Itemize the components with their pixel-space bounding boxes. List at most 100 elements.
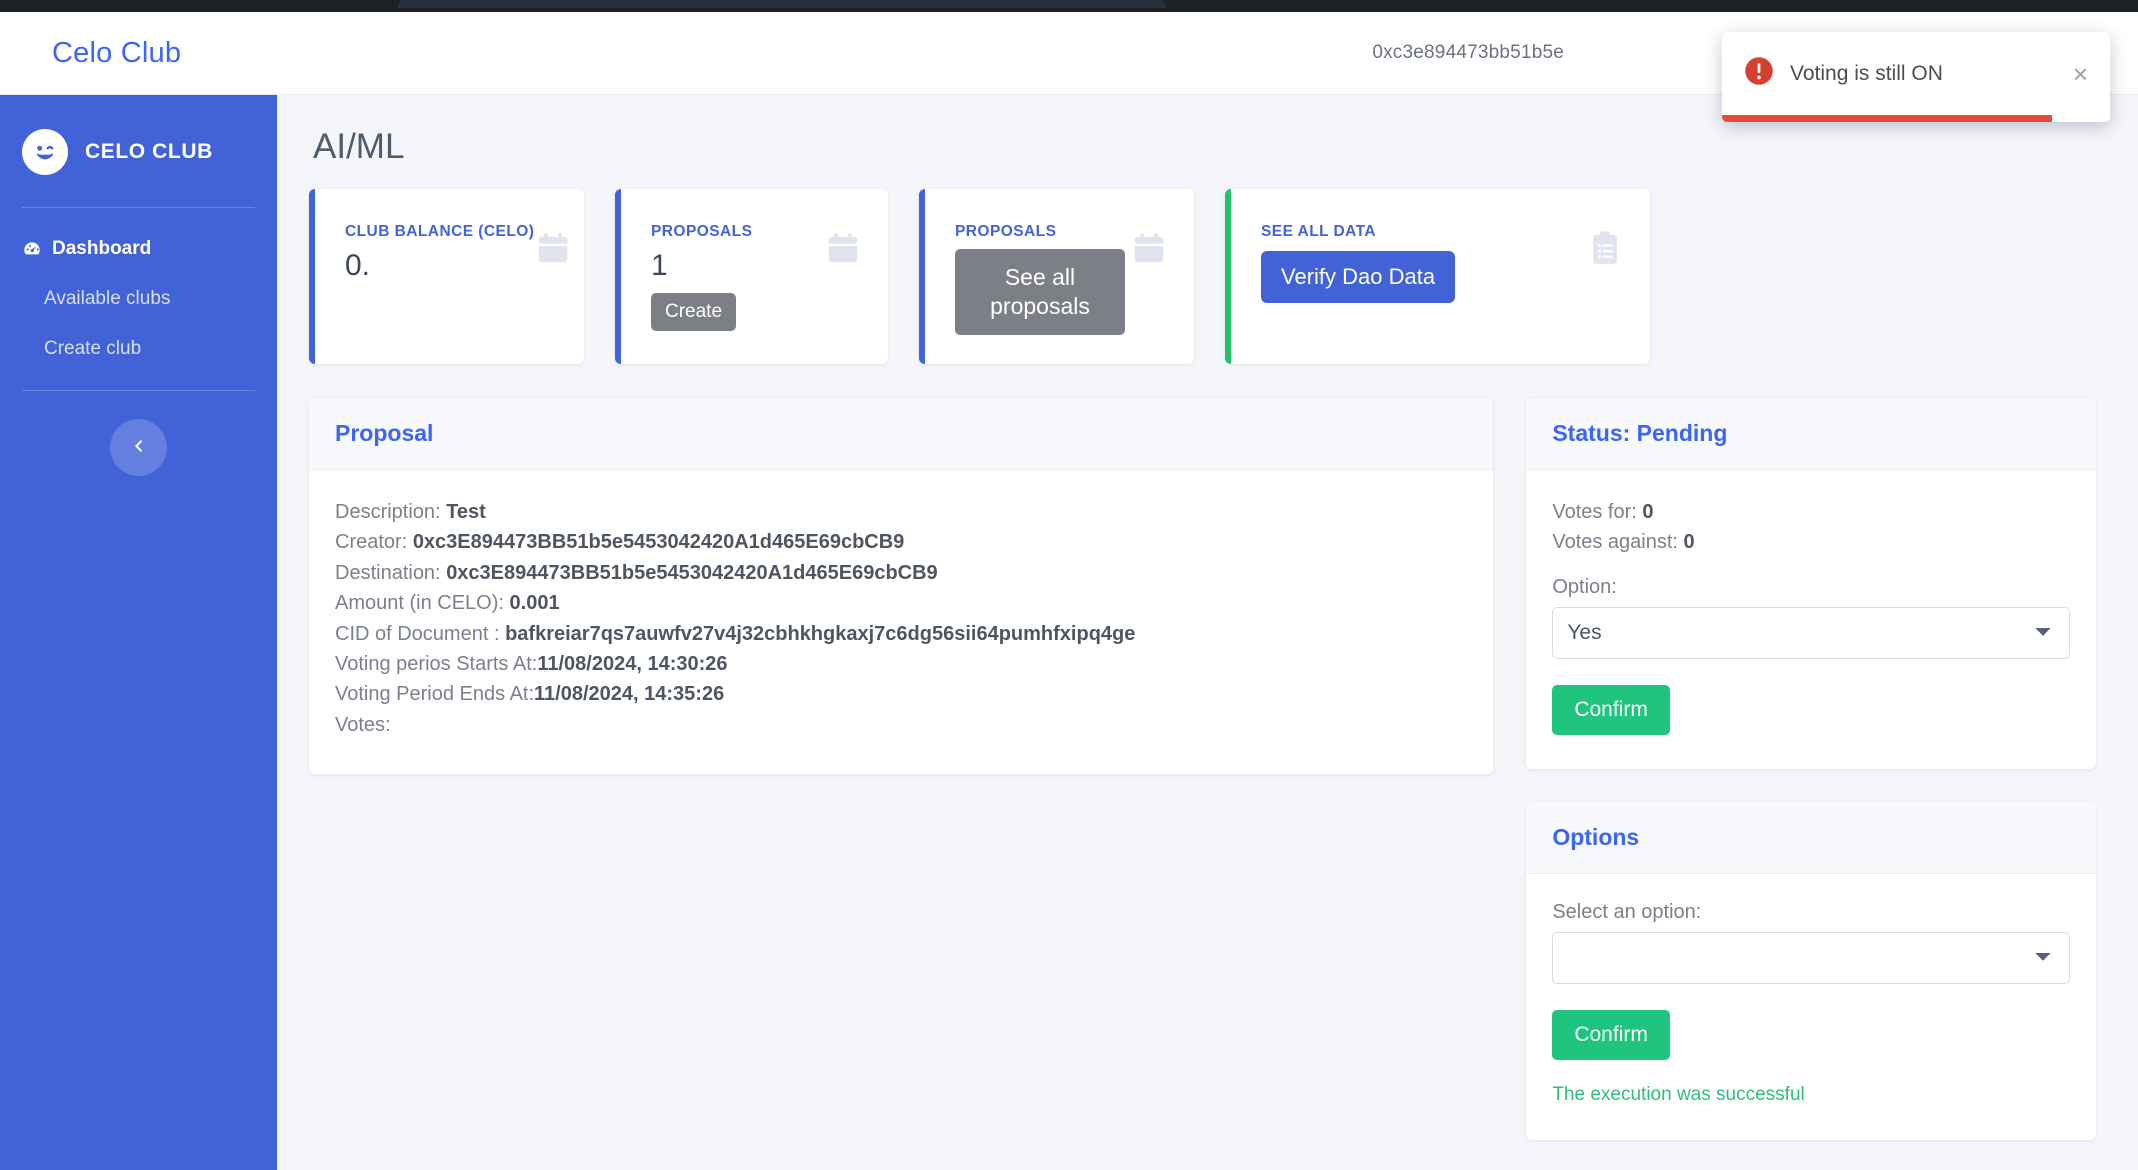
create-proposal-button[interactable]: Create <box>651 293 737 331</box>
stat-card-value: 0. <box>345 249 371 282</box>
stat-card-label: PROPOSALS <box>955 223 1057 240</box>
field-label: Description: <box>335 501 441 523</box>
proposal-panel-header: Proposal <box>309 398 1494 470</box>
content-row: Proposal Description: Test Creator: 0xc3… <box>309 398 2096 1140</box>
votes-for-row: Votes for: 0 <box>1552 497 2070 527</box>
options-panel-title: Options <box>1552 823 1640 850</box>
sidebar-item-available-clubs[interactable]: Available clubs <box>0 274 277 324</box>
select-option-label: Select an option: <box>1552 900 1702 923</box>
option-field-group: Option: Yes <box>1552 576 2070 659</box>
sidebar-divider-top <box>22 207 255 208</box>
proposal-field-description: Description: Test <box>335 497 1467 527</box>
votes-against-value: 0 <box>1683 531 1695 554</box>
field-label: Voting Period Ends At: <box>335 683 535 706</box>
tachometer-icon <box>22 239 42 259</box>
options-panel-body: Select an option: Confirm The execution … <box>1526 874 2096 1140</box>
field-label: Destination: <box>335 561 441 584</box>
proposal-field-creator: Creator: 0xc3E894473BB51b5e5453042420A1d… <box>335 527 1467 557</box>
toast-content: Voting is still ON × <box>1722 32 2110 115</box>
votes-for-label: Votes for: <box>1552 501 1637 523</box>
stat-card-label: PROPOSALS <box>651 223 753 240</box>
field-label: Amount (in CELO): <box>335 592 504 615</box>
sidebar-item-create-club[interactable]: Create club <box>0 324 277 374</box>
field-value: 11/08/2024, 14:30:26 <box>537 652 728 675</box>
status-panel-title: Status: Pending <box>1552 420 1728 446</box>
votes-against-row: Votes against: 0 <box>1552 527 2070 557</box>
browser-tab[interactable] <box>398 0 1166 8</box>
page-title: AI/ML <box>313 127 405 166</box>
sidebar-logo-text: CELO CLUB <box>85 140 213 163</box>
stat-card-text: PROPOSALS See all proposals <box>955 223 1125 335</box>
options-confirm-button[interactable]: Confirm <box>1552 1009 1670 1060</box>
clipboard-list-icon <box>1586 229 1624 272</box>
field-value: 0xc3E894473BB51b5e5453042420A1d465E69cbC… <box>412 531 905 554</box>
toast-message: Voting is still ON <box>1790 61 1943 85</box>
field-label: Votes: <box>335 713 391 736</box>
options-panel-header: Options <box>1526 801 2096 874</box>
sidebar-toggle-wrapper <box>0 407 277 476</box>
stat-card-text: PROPOSALS 1 Create <box>651 223 752 331</box>
right-column: Status: Pending Votes for: 0 Votes again… <box>1526 398 2096 1140</box>
stat-card-see-all-proposals: PROPOSALS See all proposals <box>919 189 1194 364</box>
stat-card-see-all-data: SEE ALL DATA Verify Dao Data <box>1225 189 1650 364</box>
proposal-panel-body: Description: Test Creator: 0xc3E894473BB… <box>309 470 1493 774</box>
vote-option-select[interactable]: Yes <box>1552 606 2070 659</box>
field-value: bafkreiar7qs7auwfv27v4j32cbhkhgkaxj7c6dg… <box>505 622 1136 645</box>
toast-progress-bar <box>1722 115 2052 122</box>
proposal-field-voting-end: Voting Period Ends At:11/08/2024, 14:35:… <box>335 679 1467 709</box>
stat-card-label: CLUB BALANCE (CELO) <box>345 223 535 240</box>
stat-card-row: CLUB BALANCE (CELO) 0. PROPOSALS 1 Creat… <box>309 189 2096 364</box>
brand-logo-text[interactable]: Celo Club <box>52 37 181 70</box>
proposal-field-destination: Destination: 0xc3E894473BB51b5e545304242… <box>335 558 1467 588</box>
left-column: Proposal Description: Test Creator: 0xc3… <box>309 398 1494 775</box>
sidebar-item-label: Available clubs <box>44 288 171 309</box>
chevron-left-icon <box>131 438 147 457</box>
field-value: 0xc3E894473BB51b5e5453042420A1d465E69cbC… <box>446 561 938 584</box>
sidebar-item-label: Create club <box>44 338 142 359</box>
proposal-field-cid: CID of Document : bafkreiar7qs7auwfv27v4… <box>335 619 1467 649</box>
status-panel: Status: Pending Votes for: 0 Votes again… <box>1526 398 2096 769</box>
stat-card-text: CLUB BALANCE (CELO) 0. <box>345 223 534 283</box>
proposal-field-voting-start: Voting perios Starts At:11/08/2024, 14:3… <box>335 649 1467 679</box>
calendar-icon <box>824 229 862 272</box>
proposal-panel: Proposal Description: Test Creator: 0xc3… <box>309 398 1494 775</box>
option-label: Option: <box>1552 575 1617 598</box>
error-circle-icon <box>1744 56 1774 91</box>
status-panel-header: Status: Pending <box>1526 398 2096 470</box>
field-label: Creator: <box>335 531 408 554</box>
calendar-icon <box>1130 229 1168 272</box>
stat-card-label: SEE ALL DATA <box>1261 223 1377 240</box>
proposal-field-amount: Amount (in CELO): 0.001 <box>335 588 1467 618</box>
votes-for-value: 0 <box>1642 501 1654 523</box>
sidebar-collapse-button[interactable] <box>110 419 167 476</box>
stat-card-proposals-count: PROPOSALS 1 Create <box>615 189 888 364</box>
status-confirm-button[interactable]: Confirm <box>1552 684 1670 735</box>
wink-face-icon <box>22 129 68 175</box>
options-select[interactable] <box>1552 931 2070 984</box>
wallet-address: 0xc3e894473bb51b5e <box>1372 42 1564 63</box>
verify-dao-data-button[interactable]: Verify Dao Data <box>1261 251 1456 303</box>
sidebar-item-dashboard[interactable]: Dashboard <box>0 224 277 274</box>
proposal-field-votes: Votes: <box>335 710 1467 740</box>
close-icon[interactable]: × <box>2071 61 2090 87</box>
calendar-icon <box>534 229 572 272</box>
sidebar-logo[interactable]: CELO CLUB <box>0 113 277 191</box>
status-panel-body: Votes for: 0 Votes against: 0 Option: Ye… <box>1526 470 2096 769</box>
toast-notification: Voting is still ON × <box>1722 32 2110 122</box>
sidebar-item-label: Dashboard <box>52 238 152 259</box>
sidebar-divider-bottom <box>22 390 255 391</box>
stat-card-text: SEE ALL DATA Verify Dao Data <box>1261 223 1456 303</box>
main-content: AI/ML CLUB BALANCE (CELO) 0. PROPOSALS 1… <box>277 95 2138 1170</box>
proposal-panel-title: Proposal <box>335 420 434 446</box>
votes-against-label: Votes against: <box>1552 531 1678 554</box>
field-label: Voting perios Starts At: <box>335 652 538 675</box>
stat-card-club-balance: CLUB BALANCE (CELO) 0. <box>309 189 584 364</box>
stat-card-value: 1 <box>651 249 668 282</box>
field-value: Test <box>446 501 486 523</box>
see-all-proposals-button[interactable]: See all proposals <box>955 249 1125 335</box>
field-value: 11/08/2024, 14:35:26 <box>534 683 725 706</box>
options-panel: Options Select an option: Confirm The ex… <box>1526 801 2096 1140</box>
execution-status-message: The execution was successful <box>1552 1083 1805 1105</box>
field-value: 0.001 <box>509 592 560 615</box>
field-label: CID of Document : <box>335 622 500 645</box>
